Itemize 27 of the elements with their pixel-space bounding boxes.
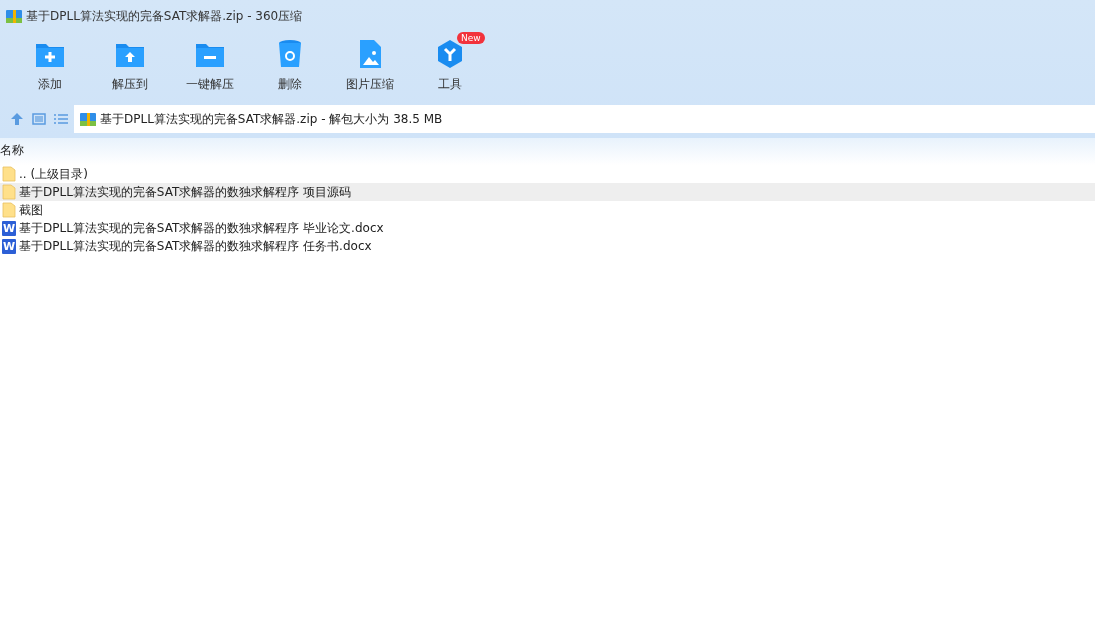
file-name: 基于DPLL算法实现的完备SAT求解器的数独求解程序 毕业论文.docx: [19, 219, 384, 237]
file-row[interactable]: W 基于DPLL算法实现的完备SAT求解器的数独求解程序 毕业论文.docx: [0, 219, 1095, 237]
toolbar-button[interactable]: 解压到: [90, 38, 170, 93]
word-document-icon: W: [2, 220, 16, 236]
address-bar[interactable]: 基于DPLL算法实现的完备SAT求解器.zip - 解包大小为 38.5 MB: [74, 105, 1095, 133]
folder-icon: [2, 184, 16, 200]
file-name: 基于DPLL算法实现的完备SAT求解器的数独求解程序 项目源码: [19, 183, 352, 201]
archive-icon: [6, 8, 22, 24]
file-row[interactable]: 基于DPLL算法实现的完备SAT求解器的数独求解程序 项目源码: [0, 183, 1095, 201]
word-document-icon: W: [2, 238, 16, 254]
toolbar-button[interactable]: 添加: [10, 38, 90, 93]
file-name: .. (上级目录): [19, 165, 88, 183]
folder-icon: [2, 166, 16, 182]
file-name: 截图: [19, 201, 43, 219]
file-row[interactable]: .. (上级目录): [0, 165, 1095, 183]
file-row[interactable]: W 基于DPLL算法实现的完备SAT求解器的数独求解程序 任务书.docx: [0, 237, 1095, 255]
new-badge: New: [457, 32, 485, 44]
column-header[interactable]: 名称: [0, 143, 24, 157]
archive-icon: [80, 111, 96, 127]
toolbar-button[interactable]: 一键解压: [170, 38, 250, 93]
thumbnail-view-icon[interactable]: [30, 110, 48, 128]
file-row[interactable]: 截图: [0, 201, 1095, 219]
window-title: 基于DPLL算法实现的完备SAT求解器.zip - 360压缩: [26, 7, 303, 25]
toolbar-button[interactable]: 删除: [250, 38, 330, 93]
toolbar-button[interactable]: 图片压缩: [330, 38, 410, 93]
file-name: 基于DPLL算法实现的完备SAT求解器的数独求解程序 任务书.docx: [19, 237, 372, 255]
folder-icon: [2, 202, 16, 218]
